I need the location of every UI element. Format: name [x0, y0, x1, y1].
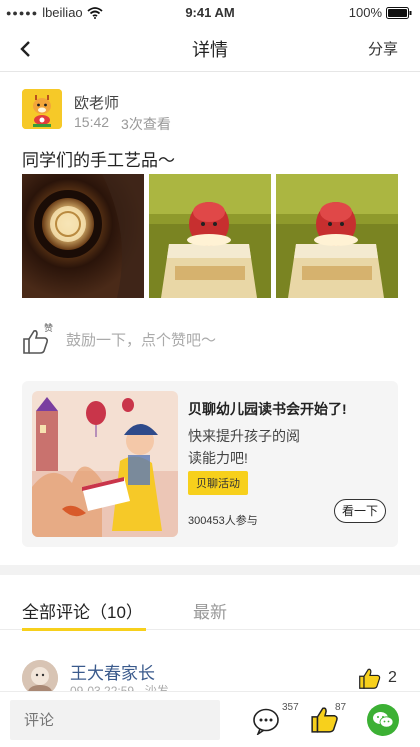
- reading-girl-illustration: [32, 391, 178, 537]
- cake-photo: [149, 174, 271, 298]
- status-bar: ●●●●● lbeiliao 9:41 AM 100%: [0, 0, 420, 26]
- status-right: 100%: [349, 5, 412, 20]
- like-button[interactable]: 赞: [22, 323, 54, 355]
- comment-like-count: 2: [388, 669, 397, 686]
- tab-all-comments[interactable]: 全部评论（10）: [22, 598, 143, 623]
- post-views: 3次查看: [121, 116, 171, 132]
- tab-latest[interactable]: 最新: [193, 598, 227, 623]
- activity-tag: 贝聊活动: [188, 471, 248, 495]
- photo-thumbnail[interactable]: [149, 174, 271, 298]
- tab-active-indicator: [22, 628, 146, 631]
- comment-count: 357: [282, 702, 299, 713]
- comment-like-button[interactable]: 2: [358, 666, 397, 690]
- author-name[interactable]: 欧老师: [74, 92, 119, 113]
- commenter-name[interactable]: 王大春家长: [70, 659, 155, 684]
- activity-description: 快来提升孩子的阅读能力吧!: [188, 428, 300, 466]
- thumbs-up-filled-icon: [359, 668, 381, 689]
- author-avatar[interactable]: [22, 89, 62, 129]
- wechat-share-button[interactable]: [367, 704, 399, 736]
- cake-photo: [276, 174, 398, 298]
- view-button[interactable]: 看一下: [334, 499, 386, 523]
- activity-card[interactable]: 贝聊幼儿园读书会开始了! 快来提升孩子的阅读能力吧! 贝聊活动 300453人参…: [22, 381, 398, 547]
- like-prompt: 鼓励一下，点个赞吧～: [66, 331, 217, 349]
- light-photo: [22, 174, 144, 298]
- battery-icon: [386, 6, 412, 19]
- post-meta: 15:42 3次查看: [74, 114, 171, 134]
- like-count: 87: [335, 702, 347, 713]
- participant-count: 300453人参与: [188, 515, 258, 527]
- photo-thumbnail[interactable]: [22, 174, 144, 298]
- wechat-icon: [373, 712, 394, 728]
- activity-title: 贝聊幼儿园读书会开始了!: [188, 401, 347, 417]
- post-text: 同学们的手工艺品～: [22, 151, 175, 170]
- giraffe-mascot-icon: [22, 89, 62, 129]
- post-time: 15:42: [74, 114, 110, 130]
- section-divider: [0, 565, 420, 575]
- comment-bubble-icon[interactable]: [252, 707, 280, 735]
- nav-bar: 详情 分享: [0, 26, 420, 72]
- share-button[interactable]: 分享: [368, 38, 398, 59]
- bottom-bar: 357 87: [0, 691, 420, 747]
- activity-image: [32, 391, 178, 537]
- comment-tabs: 全部评论（10） 最新: [0, 590, 420, 631]
- like-badge: 赞: [44, 323, 54, 333]
- like-row: 赞 鼓励一下，点个赞吧～: [22, 322, 216, 356]
- comment-input[interactable]: [10, 700, 220, 740]
- photo-grid: [22, 174, 398, 298]
- photo-thumbnail[interactable]: [276, 174, 398, 298]
- page-title: 详情: [192, 40, 228, 60]
- battery-percent: 100%: [348, 5, 382, 20]
